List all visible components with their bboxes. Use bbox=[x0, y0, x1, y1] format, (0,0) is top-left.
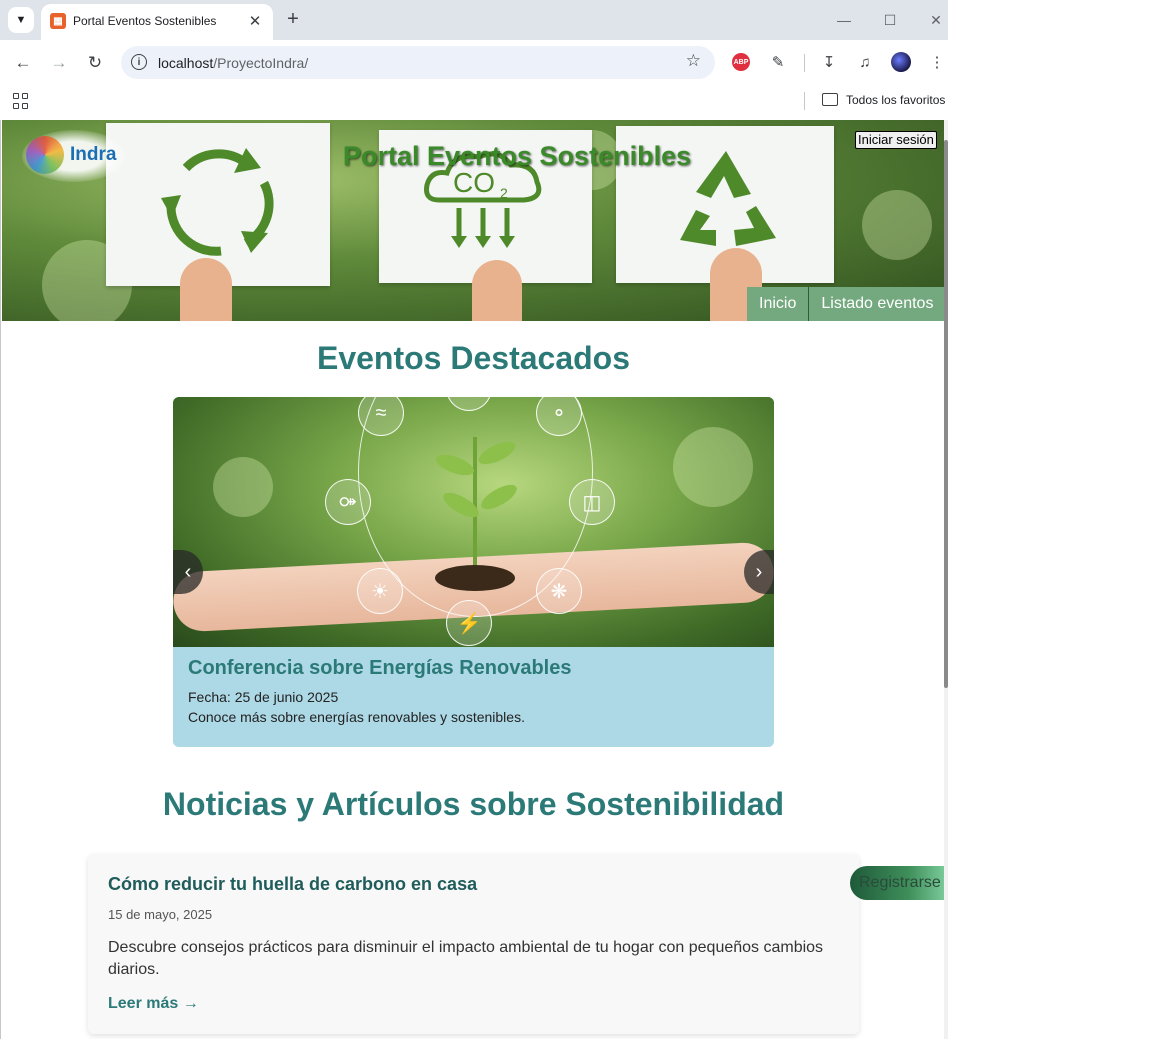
header-banner: CO 2 Indra Portal Eventos Sostenibles In… bbox=[2, 120, 945, 321]
logo-dots-icon bbox=[26, 136, 64, 174]
site-favicon-icon: ▦ bbox=[50, 13, 66, 29]
bookmark-star-icon[interactable]: ☆ bbox=[686, 51, 701, 71]
site-info-icon[interactable]: i bbox=[131, 54, 147, 70]
tab-strip: ▼ ▦ Portal Eventos Sostenibles ✕ + — ☐ ✕ bbox=[0, 0, 948, 40]
media-control-icon[interactable]: ♫ bbox=[854, 51, 876, 73]
read-more-link[interactable]: Leer más → bbox=[108, 995, 199, 1013]
wind-turbine-icon: ❋ bbox=[536, 568, 582, 614]
nav-item-inicio[interactable]: Inicio bbox=[747, 287, 808, 321]
indra-logo[interactable]: Indra bbox=[22, 130, 126, 182]
logo-text: Indra bbox=[70, 144, 117, 165]
article-date: 15 de mayo, 2025 bbox=[108, 907, 213, 922]
article-body: Descubre consejos prácticos para disminu… bbox=[108, 939, 824, 978]
tab-search-button[interactable]: ▼ bbox=[8, 7, 34, 33]
carousel-slide-image: ≈ ○ ⚬ ⚩ ◫ ☀ ❋ ⚡ bbox=[173, 397, 774, 647]
tab-close-icon[interactable]: ✕ bbox=[245, 11, 265, 31]
featured-events-heading: Eventos Destacados bbox=[316, 340, 630, 376]
url-host: localhost bbox=[158, 55, 214, 71]
window-close-icon[interactable]: ✕ bbox=[926, 10, 946, 30]
address-bar[interactable]: i localhost/ProyectoIndra/ ☆ bbox=[121, 46, 715, 79]
bookmarks-bar: Todos los favoritos bbox=[0, 84, 948, 120]
site-title: Portal Eventos Sostenibles bbox=[343, 141, 692, 171]
extensions-puzzle-icon[interactable]: ✎ bbox=[767, 51, 789, 73]
register-button[interactable]: Registrarse bbox=[850, 866, 948, 900]
download-icon[interactable]: ↧ bbox=[818, 51, 840, 73]
reload-icon[interactable]: ↻ bbox=[83, 51, 107, 75]
bookmarks-separator bbox=[804, 92, 805, 110]
tab-title: Portal Eventos Sostenibles bbox=[73, 14, 217, 28]
event-title: Conferencia sobre Energías Renovables bbox=[188, 657, 572, 679]
event-date: Fecha: 25 de junio 2025 bbox=[188, 689, 339, 705]
plug-icon: ⚡ bbox=[446, 600, 492, 646]
event-description: Conoce más sobre energías renovables y s… bbox=[188, 709, 525, 725]
maximize-icon[interactable]: ☐ bbox=[880, 10, 900, 30]
carousel-caption: Conferencia sobre Energías Renovables Fe… bbox=[173, 647, 774, 747]
article-card: Cómo reducir tu huella de carbono en cas… bbox=[88, 854, 859, 1034]
folder-icon[interactable] bbox=[822, 93, 838, 106]
toolbar-separator bbox=[804, 54, 805, 72]
article-title: Cómo reducir tu huella de carbono en cas… bbox=[108, 874, 478, 894]
news-heading: Noticias y Artículos sobre Sostenibilida… bbox=[162, 786, 785, 822]
svg-text:2: 2 bbox=[500, 185, 508, 201]
profile-avatar[interactable] bbox=[891, 52, 911, 72]
back-arrow-icon[interactable]: ← bbox=[11, 51, 35, 75]
minimize-icon[interactable]: — bbox=[834, 10, 854, 30]
active-tab[interactable]: ▦ Portal Eventos Sostenibles ✕ bbox=[41, 4, 273, 40]
featured-carousel[interactable]: ≈ ○ ⚬ ⚩ ◫ ☀ ❋ ⚡ ‹ › Conferencia sobre En… bbox=[173, 397, 774, 747]
trash-bin-icon: ◫ bbox=[569, 479, 615, 525]
url-path: /ProyectoIndra/ bbox=[213, 55, 309, 71]
browser-toolbar: ← → ↻ i localhost/ProyectoIndra/ ☆ ABP ✎… bbox=[0, 40, 948, 84]
nav-item-listado-eventos[interactable]: Listado eventos bbox=[808, 287, 945, 321]
sun-icon: ☀ bbox=[357, 568, 403, 614]
browser-menu-icon[interactable]: ⋮ bbox=[926, 51, 948, 73]
login-button[interactable]: Iniciar sesión bbox=[855, 131, 937, 149]
apps-grid-icon[interactable] bbox=[13, 93, 29, 109]
bicycle-icon: ⚩ bbox=[325, 479, 371, 525]
new-tab-button[interactable]: + bbox=[282, 8, 304, 30]
address-url[interactable]: localhost/ProyectoIndra/ bbox=[158, 55, 308, 71]
main-nav: Inicio Listado eventos bbox=[747, 287, 945, 321]
page-viewport: CO 2 Indra Portal Eventos Sostenibles In… bbox=[0, 120, 948, 1039]
all-bookmarks-label[interactable]: Todos los favoritos bbox=[846, 93, 945, 107]
desktop-background bbox=[948, 0, 1152, 1039]
forward-arrow-icon[interactable]: → bbox=[47, 51, 71, 75]
adblock-plus-icon[interactable]: ABP bbox=[732, 53, 750, 71]
browser-chrome: ▼ ▦ Portal Eventos Sostenibles ✕ + — ☐ ✕… bbox=[0, 0, 948, 120]
